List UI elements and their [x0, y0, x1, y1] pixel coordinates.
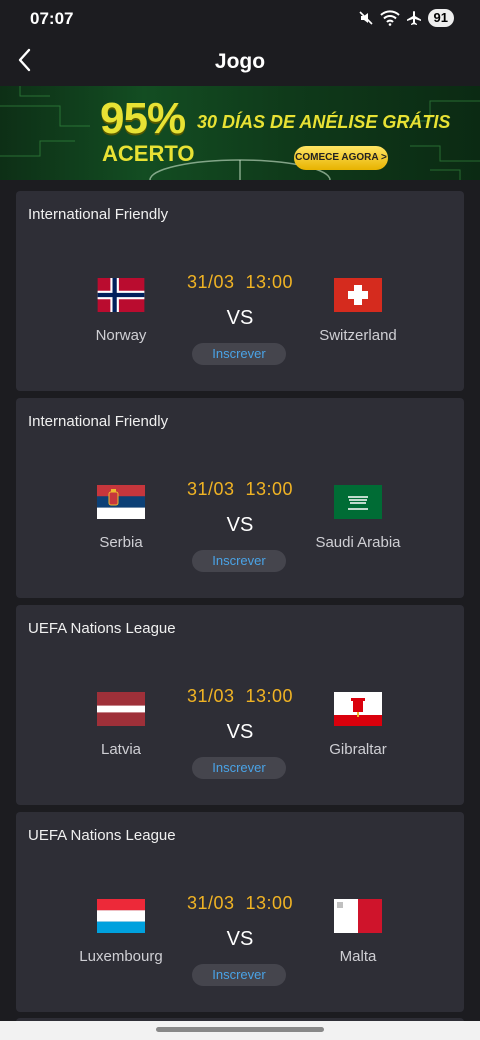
match-date: 31/03	[186, 272, 235, 292]
home-indicator[interactable]	[156, 1027, 324, 1032]
subscribe-button[interactable]: Inscrever	[192, 757, 286, 779]
status-time: 07:07	[30, 9, 74, 28]
away-team-name: Saudi Arabia	[315, 534, 401, 551]
app-header: Jogo	[0, 40, 480, 86]
away-team[interactable]: Switzerland	[278, 278, 438, 344]
norway-flag-icon	[97, 278, 145, 312]
wifi-icon	[379, 10, 400, 26]
away-team[interactable]: Saudi Arabia	[278, 485, 438, 551]
match-card[interactable]: UEFA Nations League Latvia 31/03 13:00 V…	[16, 605, 464, 805]
away-team-name: Gibraltar	[329, 741, 387, 758]
banner-headline: 30 DÍAS DE ANÉLISE GRÁTIS	[197, 112, 451, 132]
competition-name: International Friendly	[28, 413, 169, 430]
luxembourg-flag-icon	[97, 899, 145, 933]
mute-icon	[358, 10, 374, 26]
saudi-arabia-flag-icon	[334, 485, 382, 519]
banner-percent-label: ACERTO	[102, 141, 195, 166]
match-date: 31/03	[186, 479, 235, 499]
promo-banner[interactable]: 95% ACERTO 30 DÍAS DE ANÉLISE GRÁTIS COM…	[0, 86, 480, 180]
competition-name: International Friendly	[28, 206, 169, 223]
system-nav-bar	[0, 1021, 480, 1040]
serbia-flag-icon	[97, 485, 145, 519]
match-date: 31/03	[186, 893, 235, 913]
status-icons: 91	[358, 9, 454, 27]
gibraltar-flag-icon	[334, 692, 382, 726]
pitch-background	[0, 86, 480, 180]
away-team-name: Switzerland	[319, 327, 397, 344]
competition-name: UEFA Nations League	[28, 620, 176, 637]
competition-name: UEFA Nations League	[28, 827, 176, 844]
subscribe-button[interactable]: Inscrever	[192, 343, 286, 365]
battery-indicator: 91	[427, 9, 454, 27]
away-team[interactable]: Gibraltar	[278, 692, 438, 758]
match-card[interactable]: International Friendly Serbia 31/03 13:0…	[16, 398, 464, 598]
subscribe-button[interactable]: Inscrever	[192, 964, 286, 986]
match-list: International Friendly Norway 31/03 13:0…	[16, 191, 464, 1019]
malta-flag-icon	[334, 899, 382, 933]
airplane-icon	[406, 10, 422, 26]
page-title: Jogo	[214, 50, 266, 73]
away-team[interactable]: Malta	[278, 899, 438, 965]
match-card[interactable]: International Friendly Norway 31/03 13:0…	[16, 191, 464, 391]
banner-cta-button[interactable]: COMECE AGORA >	[294, 146, 388, 170]
match-card[interactable]: UEFA Nations League Luxembourg 31/03 13:…	[16, 812, 464, 1012]
switzerland-flag-icon	[334, 278, 382, 312]
latvia-flag-icon	[97, 692, 145, 726]
subscribe-button[interactable]: Inscrever	[192, 550, 286, 572]
match-date: 31/03	[186, 686, 235, 706]
banner-percent: 95%	[100, 94, 186, 143]
away-team-name: Malta	[339, 948, 377, 965]
status-bar: 07:07 91	[0, 0, 480, 40]
